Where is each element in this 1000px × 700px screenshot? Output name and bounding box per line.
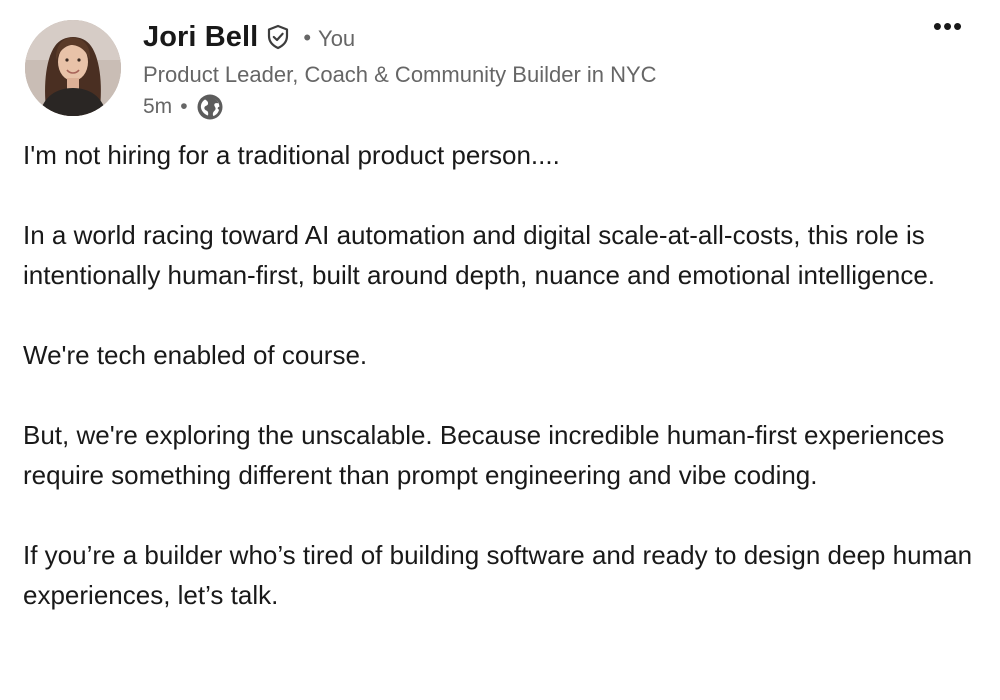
meta-separator: • [180, 95, 188, 118]
post-meta: 5m • [143, 92, 657, 122]
post-paragraph: In a world racing toward AI automation a… [23, 220, 936, 290]
globe-icon[interactable] [196, 93, 224, 121]
more-horizontal-icon: ••• [932, 11, 964, 41]
connection-degree: You [318, 26, 356, 51]
author-headline: Product Leader, Coach & Community Builde… [143, 62, 657, 87]
name-row: Jori Bell • You [143, 18, 657, 56]
post-paragraph: But, we're exploring the unscalable. Bec… [23, 420, 945, 490]
avatar-image [25, 20, 121, 116]
post-body: I'm not hiring for a traditional product… [23, 135, 983, 615]
verified-shield-icon[interactable] [265, 24, 291, 50]
avatar[interactable] [25, 20, 121, 116]
post-header: Jori Bell • You Product Leader, Coach & … [0, 0, 1000, 130]
post-paragraph: If you’re a builder who’s tired of build… [23, 540, 973, 610]
degree-separator: • [303, 25, 312, 50]
author-name[interactable]: Jori Bell [143, 21, 258, 54]
post-timestamp: 5m [143, 95, 173, 118]
post-paragraph: We're tech enabled of course. [23, 340, 368, 370]
author-block: Jori Bell • You Product Leader, Coach & … [143, 18, 657, 122]
post-paragraph: I'm not hiring for a traditional product… [23, 140, 560, 170]
more-options-button[interactable]: ••• [924, 11, 972, 50]
